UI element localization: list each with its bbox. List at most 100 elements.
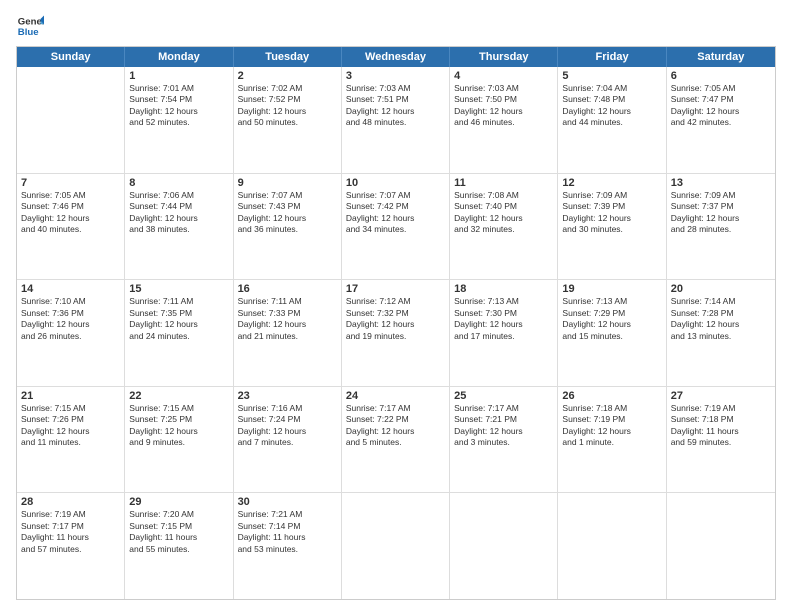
cell-text: Sunrise: 7:05 AM Sunset: 7:47 PM Dayligh… <box>671 83 771 129</box>
cell-text: Sunrise: 7:09 AM Sunset: 7:39 PM Dayligh… <box>562 190 661 236</box>
calendar-cell: 29Sunrise: 7:20 AM Sunset: 7:15 PM Dayli… <box>125 493 233 599</box>
calendar-cell: 5Sunrise: 7:04 AM Sunset: 7:48 PM Daylig… <box>558 67 666 173</box>
header-day-wednesday: Wednesday <box>342 47 450 67</box>
cell-text: Sunrise: 7:10 AM Sunset: 7:36 PM Dayligh… <box>21 296 120 342</box>
cell-text: Sunrise: 7:15 AM Sunset: 7:25 PM Dayligh… <box>129 403 228 449</box>
calendar-cell: 6Sunrise: 7:05 AM Sunset: 7:47 PM Daylig… <box>667 67 775 173</box>
page: General Blue SundayMondayTuesdayWednesda… <box>0 0 792 612</box>
cell-text: Sunrise: 7:19 AM Sunset: 7:18 PM Dayligh… <box>671 403 771 449</box>
day-number: 18 <box>454 283 553 295</box>
calendar-row-2: 14Sunrise: 7:10 AM Sunset: 7:36 PM Dayli… <box>17 280 775 387</box>
cell-text: Sunrise: 7:14 AM Sunset: 7:28 PM Dayligh… <box>671 296 771 342</box>
calendar-cell: 2Sunrise: 7:02 AM Sunset: 7:52 PM Daylig… <box>234 67 342 173</box>
calendar-cell: 26Sunrise: 7:18 AM Sunset: 7:19 PM Dayli… <box>558 387 666 493</box>
calendar-cell: 25Sunrise: 7:17 AM Sunset: 7:21 PM Dayli… <box>450 387 558 493</box>
calendar-cell: 27Sunrise: 7:19 AM Sunset: 7:18 PM Dayli… <box>667 387 775 493</box>
calendar-cell: 23Sunrise: 7:16 AM Sunset: 7:24 PM Dayli… <box>234 387 342 493</box>
day-number: 5 <box>562 70 661 82</box>
calendar-cell: 7Sunrise: 7:05 AM Sunset: 7:46 PM Daylig… <box>17 174 125 280</box>
cell-text: Sunrise: 7:05 AM Sunset: 7:46 PM Dayligh… <box>21 190 120 236</box>
day-number: 7 <box>21 177 120 189</box>
calendar-cell <box>558 493 666 599</box>
day-number: 23 <box>238 390 337 402</box>
cell-text: Sunrise: 7:11 AM Sunset: 7:33 PM Dayligh… <box>238 296 337 342</box>
day-number: 27 <box>671 390 771 402</box>
cell-text: Sunrise: 7:02 AM Sunset: 7:52 PM Dayligh… <box>238 83 337 129</box>
day-number: 22 <box>129 390 228 402</box>
calendar-cell: 12Sunrise: 7:09 AM Sunset: 7:39 PM Dayli… <box>558 174 666 280</box>
day-number: 14 <box>21 283 120 295</box>
calendar-cell: 3Sunrise: 7:03 AM Sunset: 7:51 PM Daylig… <box>342 67 450 173</box>
day-number: 17 <box>346 283 445 295</box>
day-number: 15 <box>129 283 228 295</box>
day-number: 13 <box>671 177 771 189</box>
day-number: 26 <box>562 390 661 402</box>
cell-text: Sunrise: 7:17 AM Sunset: 7:21 PM Dayligh… <box>454 403 553 449</box>
calendar-row-3: 21Sunrise: 7:15 AM Sunset: 7:26 PM Dayli… <box>17 387 775 494</box>
cell-text: Sunrise: 7:09 AM Sunset: 7:37 PM Dayligh… <box>671 190 771 236</box>
calendar-cell: 14Sunrise: 7:10 AM Sunset: 7:36 PM Dayli… <box>17 280 125 386</box>
cell-text: Sunrise: 7:12 AM Sunset: 7:32 PM Dayligh… <box>346 296 445 342</box>
cell-text: Sunrise: 7:03 AM Sunset: 7:50 PM Dayligh… <box>454 83 553 129</box>
header-day-tuesday: Tuesday <box>234 47 342 67</box>
day-number: 3 <box>346 70 445 82</box>
cell-text: Sunrise: 7:21 AM Sunset: 7:14 PM Dayligh… <box>238 509 337 555</box>
logo: General Blue <box>16 12 48 40</box>
logo-icon: General Blue <box>16 12 44 40</box>
day-number: 2 <box>238 70 337 82</box>
calendar-row-4: 28Sunrise: 7:19 AM Sunset: 7:17 PM Dayli… <box>17 493 775 599</box>
cell-text: Sunrise: 7:06 AM Sunset: 7:44 PM Dayligh… <box>129 190 228 236</box>
day-number: 24 <box>346 390 445 402</box>
day-number: 29 <box>129 496 228 508</box>
day-number: 21 <box>21 390 120 402</box>
cell-text: Sunrise: 7:20 AM Sunset: 7:15 PM Dayligh… <box>129 509 228 555</box>
cell-text: Sunrise: 7:03 AM Sunset: 7:51 PM Dayligh… <box>346 83 445 129</box>
header-day-monday: Monday <box>125 47 233 67</box>
cell-text: Sunrise: 7:08 AM Sunset: 7:40 PM Dayligh… <box>454 190 553 236</box>
day-number: 19 <box>562 283 661 295</box>
header-day-sunday: Sunday <box>17 47 125 67</box>
calendar-cell: 10Sunrise: 7:07 AM Sunset: 7:42 PM Dayli… <box>342 174 450 280</box>
calendar-cell: 8Sunrise: 7:06 AM Sunset: 7:44 PM Daylig… <box>125 174 233 280</box>
calendar-row-0: 1Sunrise: 7:01 AM Sunset: 7:54 PM Daylig… <box>17 67 775 174</box>
calendar-cell: 17Sunrise: 7:12 AM Sunset: 7:32 PM Dayli… <box>342 280 450 386</box>
header: General Blue <box>16 12 776 40</box>
calendar-body: 1Sunrise: 7:01 AM Sunset: 7:54 PM Daylig… <box>17 67 775 599</box>
day-number: 9 <box>238 177 337 189</box>
cell-text: Sunrise: 7:17 AM Sunset: 7:22 PM Dayligh… <box>346 403 445 449</box>
calendar-cell: 16Sunrise: 7:11 AM Sunset: 7:33 PM Dayli… <box>234 280 342 386</box>
cell-text: Sunrise: 7:07 AM Sunset: 7:42 PM Dayligh… <box>346 190 445 236</box>
calendar-cell <box>17 67 125 173</box>
cell-text: Sunrise: 7:07 AM Sunset: 7:43 PM Dayligh… <box>238 190 337 236</box>
calendar-cell: 1Sunrise: 7:01 AM Sunset: 7:54 PM Daylig… <box>125 67 233 173</box>
cell-text: Sunrise: 7:01 AM Sunset: 7:54 PM Dayligh… <box>129 83 228 129</box>
day-number: 30 <box>238 496 337 508</box>
cell-text: Sunrise: 7:16 AM Sunset: 7:24 PM Dayligh… <box>238 403 337 449</box>
cell-text: Sunrise: 7:13 AM Sunset: 7:30 PM Dayligh… <box>454 296 553 342</box>
calendar-cell: 4Sunrise: 7:03 AM Sunset: 7:50 PM Daylig… <box>450 67 558 173</box>
calendar-cell: 30Sunrise: 7:21 AM Sunset: 7:14 PM Dayli… <box>234 493 342 599</box>
day-number: 6 <box>671 70 771 82</box>
day-number: 16 <box>238 283 337 295</box>
calendar-cell <box>667 493 775 599</box>
cell-text: Sunrise: 7:04 AM Sunset: 7:48 PM Dayligh… <box>562 83 661 129</box>
header-day-saturday: Saturday <box>667 47 775 67</box>
calendar-cell: 9Sunrise: 7:07 AM Sunset: 7:43 PM Daylig… <box>234 174 342 280</box>
header-day-thursday: Thursday <box>450 47 558 67</box>
calendar-cell: 18Sunrise: 7:13 AM Sunset: 7:30 PM Dayli… <box>450 280 558 386</box>
day-number: 8 <box>129 177 228 189</box>
cell-text: Sunrise: 7:15 AM Sunset: 7:26 PM Dayligh… <box>21 403 120 449</box>
day-number: 28 <box>21 496 120 508</box>
calendar-cell: 13Sunrise: 7:09 AM Sunset: 7:37 PM Dayli… <box>667 174 775 280</box>
calendar-cell: 21Sunrise: 7:15 AM Sunset: 7:26 PM Dayli… <box>17 387 125 493</box>
day-number: 20 <box>671 283 771 295</box>
day-number: 11 <box>454 177 553 189</box>
calendar-row-1: 7Sunrise: 7:05 AM Sunset: 7:46 PM Daylig… <box>17 174 775 281</box>
cell-text: Sunrise: 7:11 AM Sunset: 7:35 PM Dayligh… <box>129 296 228 342</box>
svg-text:General: General <box>18 16 44 27</box>
calendar-cell <box>450 493 558 599</box>
calendar-cell: 28Sunrise: 7:19 AM Sunset: 7:17 PM Dayli… <box>17 493 125 599</box>
calendar: SundayMondayTuesdayWednesdayThursdayFrid… <box>16 46 776 600</box>
day-number: 10 <box>346 177 445 189</box>
calendar-cell: 19Sunrise: 7:13 AM Sunset: 7:29 PM Dayli… <box>558 280 666 386</box>
